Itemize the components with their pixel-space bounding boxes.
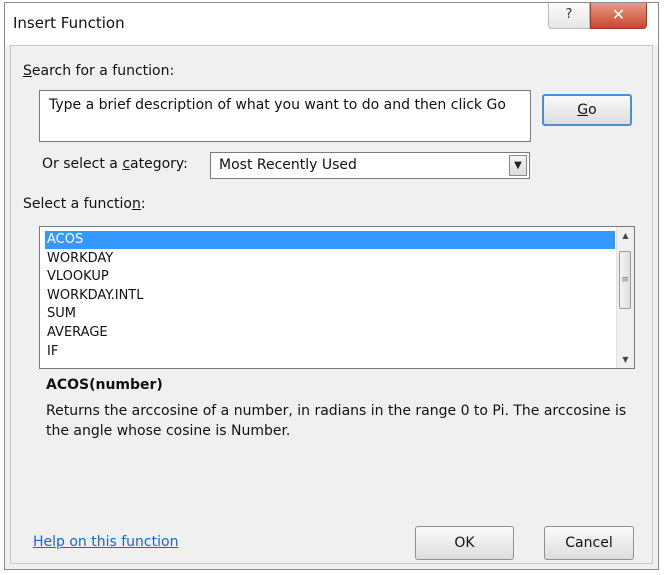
category-selected-value: Most Recently Used [219,157,357,173]
cancel-button[interactable]: Cancel [544,526,634,560]
function-list-item[interactable]: IF [45,343,615,361]
function-label-pre: Select a functio [23,196,132,212]
insert-function-dialog: Insert Function ? ✕ Search for a functio… [4,2,659,570]
search-label-rest: earch for a function: [31,63,175,79]
scroll-down-arrow-icon[interactable]: ▼ [617,351,634,368]
function-list-item[interactable]: AVERAGE [45,324,615,342]
question-icon: ? [565,7,573,22]
function-list-item[interactable]: WORKDAY [45,250,615,268]
dialog-body: Search for a function: Type a brief desc… [10,45,653,564]
function-list-item[interactable]: WORKDAY.INTL [45,287,615,305]
close-button[interactable]: ✕ [590,3,647,29]
category-select[interactable]: Most Recently Used ▼ [210,152,530,179]
function-list-item[interactable]: VLOOKUP [45,268,615,286]
go-button[interactable]: Go [542,94,632,126]
search-label-mnemonic: S [23,63,32,79]
category-label-mnemonic: c [122,156,131,172]
function-list-item[interactable]: SUM [45,305,615,323]
category-label-pre: Or select a [42,156,123,172]
function-syntax: ACOS(number) [46,377,163,393]
function-description: Returns the arccosine of a number, in ra… [46,403,627,439]
dialog-title: Insert Function [13,14,125,32]
function-list-label: Select a function: [23,196,146,212]
scroll-up-arrow-icon[interactable]: ▲ [617,227,634,244]
function-label-mnemonic: n [132,196,141,212]
function-listbox[interactable]: ACOS WORKDAY VLOOKUP WORKDAY.INTL SUM AVERAGE… [39,226,635,369]
category-label-rest: ategory: [130,156,188,172]
help-button[interactable]: ? [548,3,590,29]
function-label-rest: : [140,196,146,212]
search-input[interactable]: Type a brief description of what you wan… [39,90,531,142]
go-label-rest: o [588,102,597,118]
list-scrollbar[interactable]: ▲ ≡ ▼ [616,227,634,368]
help-on-function-link[interactable]: Help on this function [33,534,178,550]
category-label: Or select a category: [42,156,188,172]
title-bar: Insert Function ? ✕ [5,3,658,45]
chevron-down-icon[interactable]: ▼ [509,155,527,176]
search-label: Search for a function: [23,63,174,79]
function-list-item[interactable]: ACOS [45,231,615,249]
close-icon: ✕ [611,5,626,24]
scroll-thumb[interactable]: ≡ [619,251,631,309]
go-label-mnemonic: G [577,102,589,118]
ok-button[interactable]: OK [415,526,514,560]
